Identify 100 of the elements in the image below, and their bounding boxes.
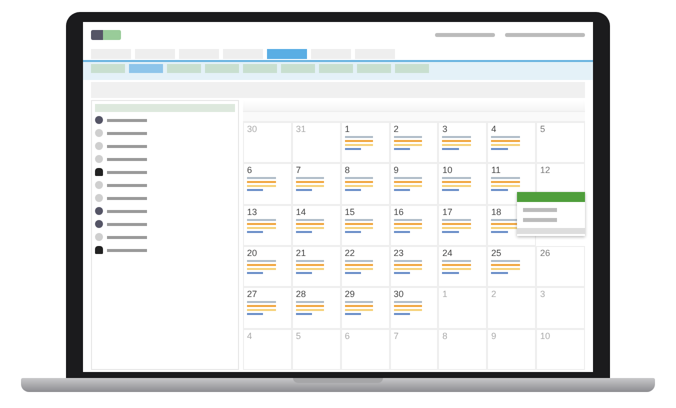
event-line <box>296 222 324 225</box>
day-number: 29 <box>344 289 356 300</box>
sub-tab[interactable] <box>357 64 391 73</box>
day-number: 13 <box>247 206 258 217</box>
event-line <box>247 226 276 229</box>
day-number: 28 <box>296 289 307 300</box>
sub-tab[interactable] <box>281 64 315 73</box>
sub-tab[interactable] <box>129 64 163 73</box>
day-cell[interactable]: 9 <box>390 163 438 205</box>
day-cell[interactable]: 6 <box>243 163 292 205</box>
day-number: 8 <box>344 165 351 176</box>
day-cell[interactable]: 1 <box>340 122 390 164</box>
event-line <box>247 222 276 225</box>
event-line <box>247 313 264 316</box>
menu-item[interactable] <box>523 208 557 212</box>
day-cell[interactable]: 30 <box>390 287 438 329</box>
event-line <box>491 148 508 150</box>
event-line <box>442 230 459 233</box>
day-cell[interactable]: 24 <box>438 246 488 288</box>
event-line <box>247 272 264 274</box>
event-line <box>344 144 374 146</box>
logo-icon <box>91 30 121 40</box>
day-cell[interactable]: 13 <box>243 204 292 246</box>
sub-tab[interactable] <box>243 64 277 73</box>
event-line <box>296 260 324 262</box>
event-line <box>442 148 459 150</box>
day-cell[interactable]: 16 <box>390 204 438 246</box>
event-line <box>394 305 422 308</box>
event-line <box>491 136 520 138</box>
popup-header <box>517 192 585 202</box>
day-number: 10 <box>442 165 454 176</box>
menu-item[interactable] <box>517 228 585 234</box>
day-number: 7 <box>296 165 302 176</box>
day-cell[interactable]: 7 <box>292 163 341 205</box>
nav-tab[interactable] <box>267 49 307 59</box>
nav-tab[interactable] <box>355 49 395 59</box>
nav-tab[interactable] <box>179 49 219 59</box>
day-cell[interactable]: 2 <box>390 122 438 164</box>
event-line <box>394 313 410 316</box>
event-line <box>491 268 520 270</box>
event-line <box>394 189 410 192</box>
event-line <box>344 218 374 221</box>
day-cell[interactable]: 20 <box>243 246 292 288</box>
event-line <box>296 218 324 221</box>
blurred-text <box>107 170 147 174</box>
day-number: 14 <box>296 206 307 217</box>
day-cell[interactable]: 21 <box>292 246 341 288</box>
event-line <box>442 181 472 184</box>
sub-tab[interactable] <box>395 64 429 73</box>
blurred-text <box>107 144 147 148</box>
event-line <box>247 260 276 262</box>
event-line <box>442 222 472 225</box>
sub-tab[interactable] <box>319 64 353 73</box>
day-number: 2 <box>394 124 400 134</box>
blurred-text <box>107 210 147 212</box>
event-line <box>442 268 472 270</box>
day-cell[interactable]: 28 <box>292 287 341 329</box>
day-cell[interactable]: 22 <box>340 246 390 288</box>
day-cell[interactable]: 29 <box>340 287 390 329</box>
event-line <box>344 313 362 316</box>
event-line <box>344 148 362 150</box>
day-cell[interactable]: 4 <box>487 122 536 164</box>
day-number: 15 <box>344 206 356 217</box>
day-number: 25 <box>491 248 502 258</box>
event-line <box>491 230 508 233</box>
day-cell[interactable]: 25 <box>487 246 536 288</box>
day-cell[interactable]: 8 <box>340 163 390 205</box>
event-line <box>344 222 374 225</box>
day-cell[interactable]: 11 <box>487 163 536 205</box>
sub-tab[interactable] <box>91 64 125 73</box>
day-cell[interactable]: 17 <box>438 204 488 246</box>
event-line <box>394 230 410 233</box>
event-line <box>394 140 422 142</box>
day-number: 24 <box>442 248 454 258</box>
nav-tab[interactable] <box>91 49 131 59</box>
day-number: 6 <box>247 165 254 176</box>
nav-tab[interactable] <box>311 49 351 59</box>
event-line <box>247 309 276 312</box>
menu-item[interactable] <box>523 218 557 222</box>
day-number: 5 <box>540 124 546 134</box>
day-cell[interactable]: 27 <box>243 287 292 329</box>
day-cell[interactable]: 5 <box>536 122 585 164</box>
event-line <box>296 177 324 180</box>
sub-tab[interactable] <box>205 64 239 73</box>
day-cell[interactable]: 10 <box>438 163 488 205</box>
day-cell[interactable]: 14 <box>292 204 341 246</box>
day-number: 31 <box>296 124 307 134</box>
nav-tab[interactable] <box>223 49 263 59</box>
event-line <box>344 268 374 270</box>
day-cell[interactable]: 23 <box>390 246 438 288</box>
day-cell[interactable]: 15 <box>340 204 390 246</box>
day-number: 12 <box>540 165 552 176</box>
event-line <box>442 144 472 146</box>
event-line <box>247 181 276 184</box>
sub-tab[interactable] <box>167 64 201 73</box>
day-cell[interactable]: 26 <box>536 246 585 288</box>
day-number: 30 <box>394 289 405 300</box>
event-line <box>296 309 324 312</box>
nav-tab[interactable] <box>135 49 175 59</box>
day-cell[interactable]: 3 <box>438 122 488 164</box>
